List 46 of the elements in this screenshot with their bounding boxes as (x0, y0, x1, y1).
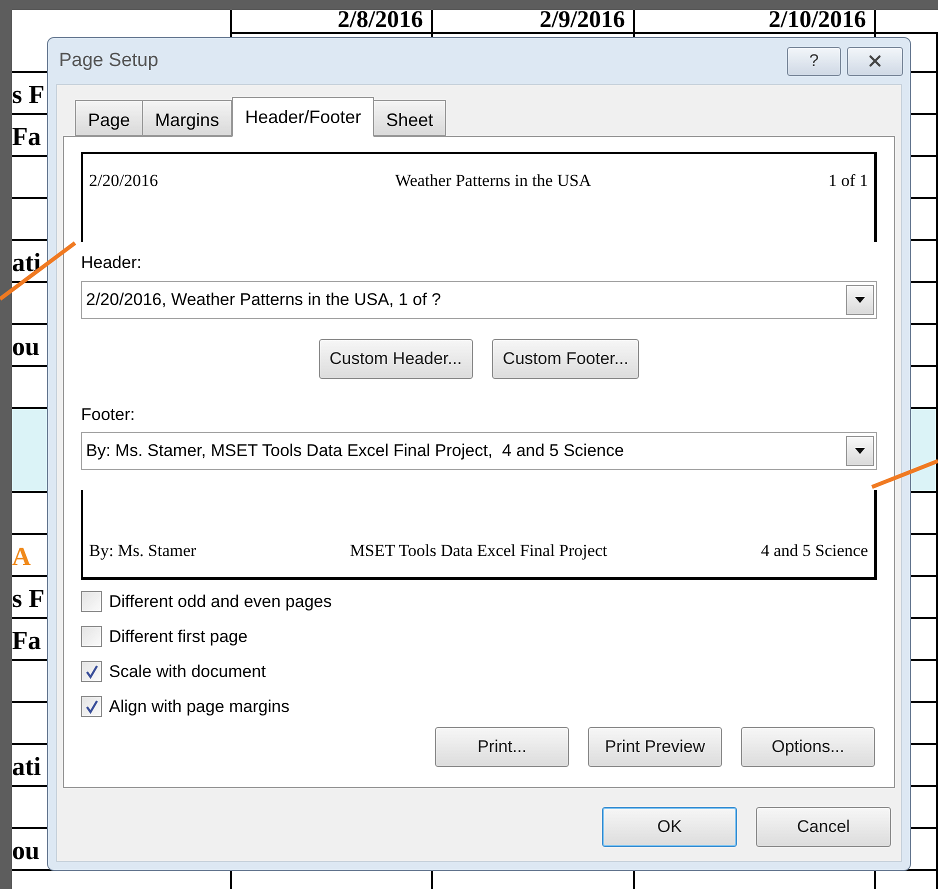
check-icon (84, 700, 98, 714)
checkbox[interactable] (81, 626, 102, 647)
row-label: ou (12, 837, 40, 865)
checkbox-label: Align with page margins (109, 696, 290, 718)
close-button[interactable] (847, 46, 903, 76)
header-label: Header: (81, 252, 142, 274)
checkbox-label: Scale with document (109, 660, 266, 683)
preview-left-text: By: Ms. Stamer (89, 540, 196, 562)
row-label: Fa (12, 123, 41, 151)
help-button[interactable]: ? (787, 46, 841, 76)
dialog-button[interactable]: Print Preview (588, 727, 722, 767)
date-header: 2/10/2016 (768, 10, 866, 32)
row-label: s F (12, 81, 44, 109)
row-label: Fa (12, 627, 41, 655)
dialog-button[interactable]: Print... (435, 727, 569, 767)
dialog-button[interactable]: Options... (741, 727, 875, 767)
custom-button[interactable]: Custom Footer... (492, 339, 640, 379)
date-header: 2/9/2016 (540, 10, 625, 32)
checkbox[interactable] (81, 661, 102, 682)
preview-right-text: 4 and 5 Science (760, 540, 868, 562)
dialog-button[interactable]: OK (602, 807, 737, 847)
tab[interactable]: Header/Footer (232, 97, 374, 137)
checkbox[interactable] (81, 696, 102, 717)
dropdown-field[interactable]: By: Ms. Stamer, MSET Tools Data Excel Final Project, 4 and 5 Science (81, 432, 877, 470)
row-label: ati (12, 249, 41, 277)
preview-center-text: Weather Patterns in the USA (395, 170, 592, 192)
tab[interactable]: Margins (142, 100, 232, 136)
row-label: ou (12, 333, 40, 361)
footer-label: Footer: (81, 404, 136, 426)
preview-right-text: 1 of 1 (828, 170, 868, 192)
window-title: Page Setup (59, 48, 158, 73)
checkbox-label: Different odd and even pages (109, 590, 332, 613)
date-header: 2/8/2016 (338, 10, 423, 32)
check-icon (84, 664, 98, 678)
checkbox[interactable] (81, 591, 102, 612)
row-label: A (12, 543, 31, 571)
tab[interactable]: Page (75, 100, 144, 136)
dropdown-field[interactable]: 2/20/2016, Weather Patterns in the USA, 1 of ? (81, 281, 877, 319)
custom-button[interactable]: Custom Header... (318, 339, 473, 379)
row-label: s F (12, 585, 44, 613)
row-label: ati (12, 753, 41, 781)
preview-left-text: 2/20/2016 (89, 170, 158, 192)
tab[interactable]: Sheet (373, 100, 446, 136)
preview-center-text: MSET Tools Data Excel Final Project (350, 540, 608, 562)
dialog-button[interactable]: Cancel (756, 807, 891, 847)
checkbox-label: Different first page (109, 626, 248, 648)
